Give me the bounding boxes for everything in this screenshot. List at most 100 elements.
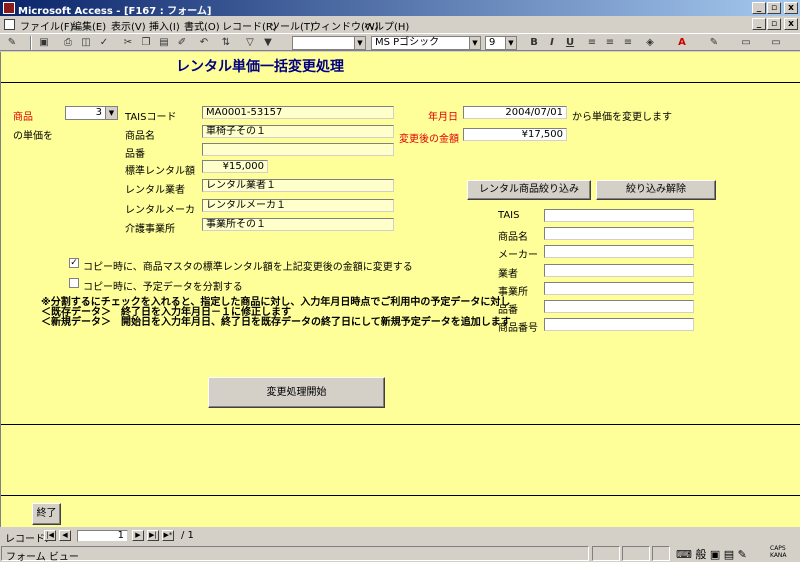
filter-part-no-field[interactable] xyxy=(544,300,694,313)
spelling-icon[interactable]: ✓ xyxy=(96,36,112,50)
restore-button[interactable]: ▫ xyxy=(767,2,781,14)
part-no-label: 品番 xyxy=(125,149,145,160)
menu-insert[interactable]: 挿入(I) xyxy=(149,18,180,33)
save-icon[interactable]: ▣ xyxy=(36,36,52,50)
window-titlebar: Microsoft Access - [F167 : フォーム] _ ▫ x xyxy=(0,0,800,17)
form-doc-icon[interactable] xyxy=(4,19,15,30)
font-name-combo[interactable]: MS Pゴシック ▼ xyxy=(371,36,481,50)
align-center-icon[interactable]: ≡ xyxy=(602,36,618,50)
filter-vendor-label: 業者 xyxy=(498,269,518,280)
std-rental-field[interactable]: ¥15,000 xyxy=(202,160,268,173)
footer-divider-bottom xyxy=(1,495,800,496)
date-label: 年月日 xyxy=(428,112,458,123)
minimize-button[interactable]: _ xyxy=(752,2,766,14)
new-amount-label: 変更後の金額 xyxy=(399,134,459,145)
tais-code-label: TAISコード xyxy=(125,112,177,123)
doc-restore-button[interactable]: ▫ xyxy=(767,18,781,30)
last-record-icon[interactable]: ▶| xyxy=(147,530,159,541)
note-line-3: ＜新規データ＞ 開始日を入力年月日、終了日を既存データの終了日にして新規予定デー… xyxy=(41,317,511,328)
formatting-toolbar: ✎ ▣ ⎙ ◫ ✓ ✂ ❐ ▤ ✐ ↶ ⇅ ▽ ▼ ▼ MS Pゴシック ▼ 9 ▼… xyxy=(0,33,800,51)
fill-color-icon[interactable]: ◈ xyxy=(642,36,658,50)
filter-product-name-field[interactable] xyxy=(544,227,694,240)
sort-icon[interactable]: ⇅ xyxy=(218,36,234,50)
unit-price-label: の単価を xyxy=(13,131,53,142)
clear-filter-button[interactable]: 絞り込み解除 xyxy=(596,180,716,200)
menu-view[interactable]: 表示(V) xyxy=(111,18,146,33)
date-suffix-label: から単価を変更します xyxy=(572,112,672,123)
status-view-text: フォーム ビュー xyxy=(6,552,79,562)
ime-toolbar-icons[interactable]: ⌨ 般 ▣ ▤ ✎ xyxy=(676,546,747,562)
form-body: レンタル単価一括変更処理 商品 3 ▼ の単価を TAISコード MA0001-5… xyxy=(0,52,800,527)
footer-divider-top xyxy=(1,424,800,425)
align-right-icon[interactable]: ≡ xyxy=(620,36,636,50)
print-icon[interactable]: ⎙ xyxy=(60,36,76,50)
status-cell-1 xyxy=(592,546,620,561)
record-total: / 1 xyxy=(181,530,194,541)
caps-kana-indicator: CAPS KANA xyxy=(770,545,787,559)
product-name-field[interactable]: 車椅子その１ xyxy=(202,125,394,138)
part-no-field[interactable] xyxy=(202,143,394,156)
date-field[interactable]: 2004/07/01 xyxy=(463,106,567,119)
care-office-field[interactable]: 事業所その１ xyxy=(202,218,394,231)
start-update-button[interactable]: 変更処理開始 xyxy=(208,377,385,408)
paste-icon[interactable]: ▤ xyxy=(156,36,172,50)
record-number-field[interactable]: 1 xyxy=(77,530,128,542)
cut-icon[interactable]: ✂ xyxy=(120,36,136,50)
header-divider xyxy=(1,82,800,83)
special-effect-icon[interactable]: ▭ xyxy=(768,36,784,50)
format-painter-icon[interactable]: ✐ xyxy=(174,36,190,50)
tais-code-field[interactable]: MA0001-53157 xyxy=(202,106,394,119)
prev-record-icon[interactable]: ◀ xyxy=(59,530,71,541)
status-area: レコード: |◀ ◀ 1 ▶ ▶| ▶* / 1 フォーム ビュー ⌨ 般 ▣ … xyxy=(0,527,800,562)
doc-minimize-button[interactable]: _ xyxy=(752,18,766,30)
record-nav-label: レコード: xyxy=(5,534,49,545)
filter-product-no-field[interactable] xyxy=(544,318,694,331)
menu-records[interactable]: レコード(R) xyxy=(222,18,277,33)
menu-help[interactable]: ヘルプ(H) xyxy=(364,18,409,33)
print-preview-icon[interactable]: ◫ xyxy=(78,36,94,50)
rental-vendor-field[interactable]: レンタル業者１ xyxy=(202,179,394,192)
italic-button[interactable]: I xyxy=(544,36,560,50)
menu-tools[interactable]: ツール(T) xyxy=(270,18,314,33)
menu-edit[interactable]: 編集(E) xyxy=(72,18,106,33)
std-rental-label: 標準レンタル額 xyxy=(125,166,195,177)
rental-maker-field[interactable]: レンタルメーカ１ xyxy=(202,199,394,212)
font-size-combo[interactable]: 9 ▼ xyxy=(485,36,517,50)
product-combo[interactable]: 3 ▼ xyxy=(65,106,118,120)
border-width-icon[interactable]: ▭ xyxy=(738,36,754,50)
filter-office-field[interactable] xyxy=(544,282,694,295)
close-button[interactable]: x xyxy=(784,2,798,14)
doc-close-button[interactable]: x xyxy=(784,18,798,30)
next-record-icon[interactable]: ▶ xyxy=(132,530,144,541)
underline-button[interactable]: U xyxy=(562,36,578,50)
menu-file[interactable]: ファイル(F) xyxy=(20,18,74,33)
filter-maker-field[interactable] xyxy=(544,245,694,258)
filter-by-form-icon[interactable]: ▼ xyxy=(260,36,276,50)
font-color-icon[interactable]: A xyxy=(674,36,690,50)
new-record-icon[interactable]: ▶* xyxy=(162,530,174,541)
filter-by-selection-icon[interactable]: ▽ xyxy=(242,36,258,50)
filter-product-name-label: 商品名 xyxy=(498,232,528,243)
align-left-icon[interactable]: ≡ xyxy=(584,36,600,50)
new-amount-field[interactable]: ¥17,500 xyxy=(463,128,567,141)
status-text-cell: フォーム ビュー xyxy=(1,546,589,562)
bold-button[interactable]: B xyxy=(526,36,542,50)
exit-button[interactable]: 終了 xyxy=(32,503,61,525)
form-title: レンタル単価一括変更処理 xyxy=(176,59,344,75)
line-color-icon[interactable]: ✎ xyxy=(706,36,722,50)
object-combo[interactable]: ▼ xyxy=(292,36,366,50)
status-cell-2 xyxy=(622,546,650,561)
copy-icon[interactable]: ❐ xyxy=(138,36,154,50)
update-master-checkbox[interactable]: ✓ xyxy=(69,258,79,268)
undo-icon[interactable]: ↶ xyxy=(196,36,212,50)
product-label: 商品 xyxy=(13,112,33,123)
design-view-icon[interactable]: ✎ xyxy=(4,36,20,50)
menu-format[interactable]: 書式(O) xyxy=(184,18,220,33)
update-master-label: コピー時に、商品マスタの標準レンタル額を上記変更後の金額に変更する xyxy=(83,262,413,273)
first-record-icon[interactable]: |◀ xyxy=(44,530,56,541)
filter-vendor-field[interactable] xyxy=(544,264,694,277)
split-schedule-checkbox[interactable] xyxy=(69,278,79,288)
rental-filter-button[interactable]: レンタル商品絞り込み xyxy=(467,180,591,200)
filter-tais-field[interactable] xyxy=(544,209,694,222)
split-schedule-label: コピー時に、予定データを分割する xyxy=(83,282,243,293)
